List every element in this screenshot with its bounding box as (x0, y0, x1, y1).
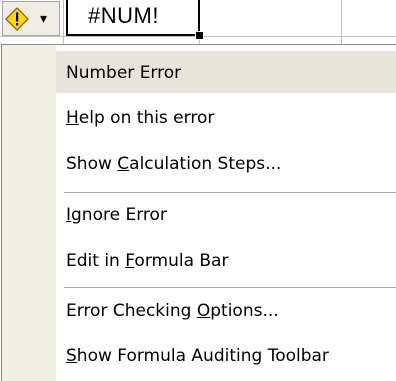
warning-diamond-icon (5, 7, 29, 31)
menu-item-label: Show Formula Auditing Toolbar (66, 346, 329, 366)
menu-item-edit-in-formula-bar[interactable]: Edit in Formula Bar (56, 240, 396, 284)
fill-handle[interactable] (195, 31, 204, 40)
menu-item-show-formula-auditing-toolbar[interactable]: Show Formula Auditing Toolbar (56, 335, 396, 379)
menu-item-error-checking-options[interactable]: Error Checking Options... (56, 290, 396, 334)
menu-item-label: Show Calculation Steps... (66, 154, 282, 174)
menu-separator (64, 192, 396, 193)
menu-item-label: Ignore Error (66, 205, 167, 225)
spreadsheet-row: ▾ #NUM! (0, 0, 396, 44)
menu-header-label: Number Error (66, 63, 182, 83)
menu-item-label: Edit in Formula Bar (66, 251, 229, 271)
menu-header: Number Error (56, 51, 396, 93)
menu-item-label: Error Checking Options... (66, 301, 279, 321)
active-cell[interactable]: #NUM! (66, 0, 200, 36)
menu-item-label: Help on this error (66, 108, 215, 128)
error-smart-tag-button[interactable]: ▾ (2, 1, 60, 36)
grid-line (63, 0, 64, 44)
menu-separator (64, 287, 396, 288)
menu-icon-gutter (2, 45, 56, 381)
cell-value: #NUM! (88, 3, 159, 28)
grid-line (341, 0, 342, 44)
menu-item-help-on-error[interactable]: Help on this error (56, 97, 396, 141)
menu-item-ignore-error[interactable]: Ignore Error (56, 194, 396, 238)
excel-error-smart-tag-screen: ▾ #NUM! Number Error Help on this error … (0, 0, 396, 381)
error-options-menu: Number Error Help on this error Show Cal… (1, 44, 396, 381)
chevron-down-icon: ▾ (40, 11, 48, 27)
menu-item-show-calculation-steps[interactable]: Show Calculation Steps... (56, 143, 396, 187)
